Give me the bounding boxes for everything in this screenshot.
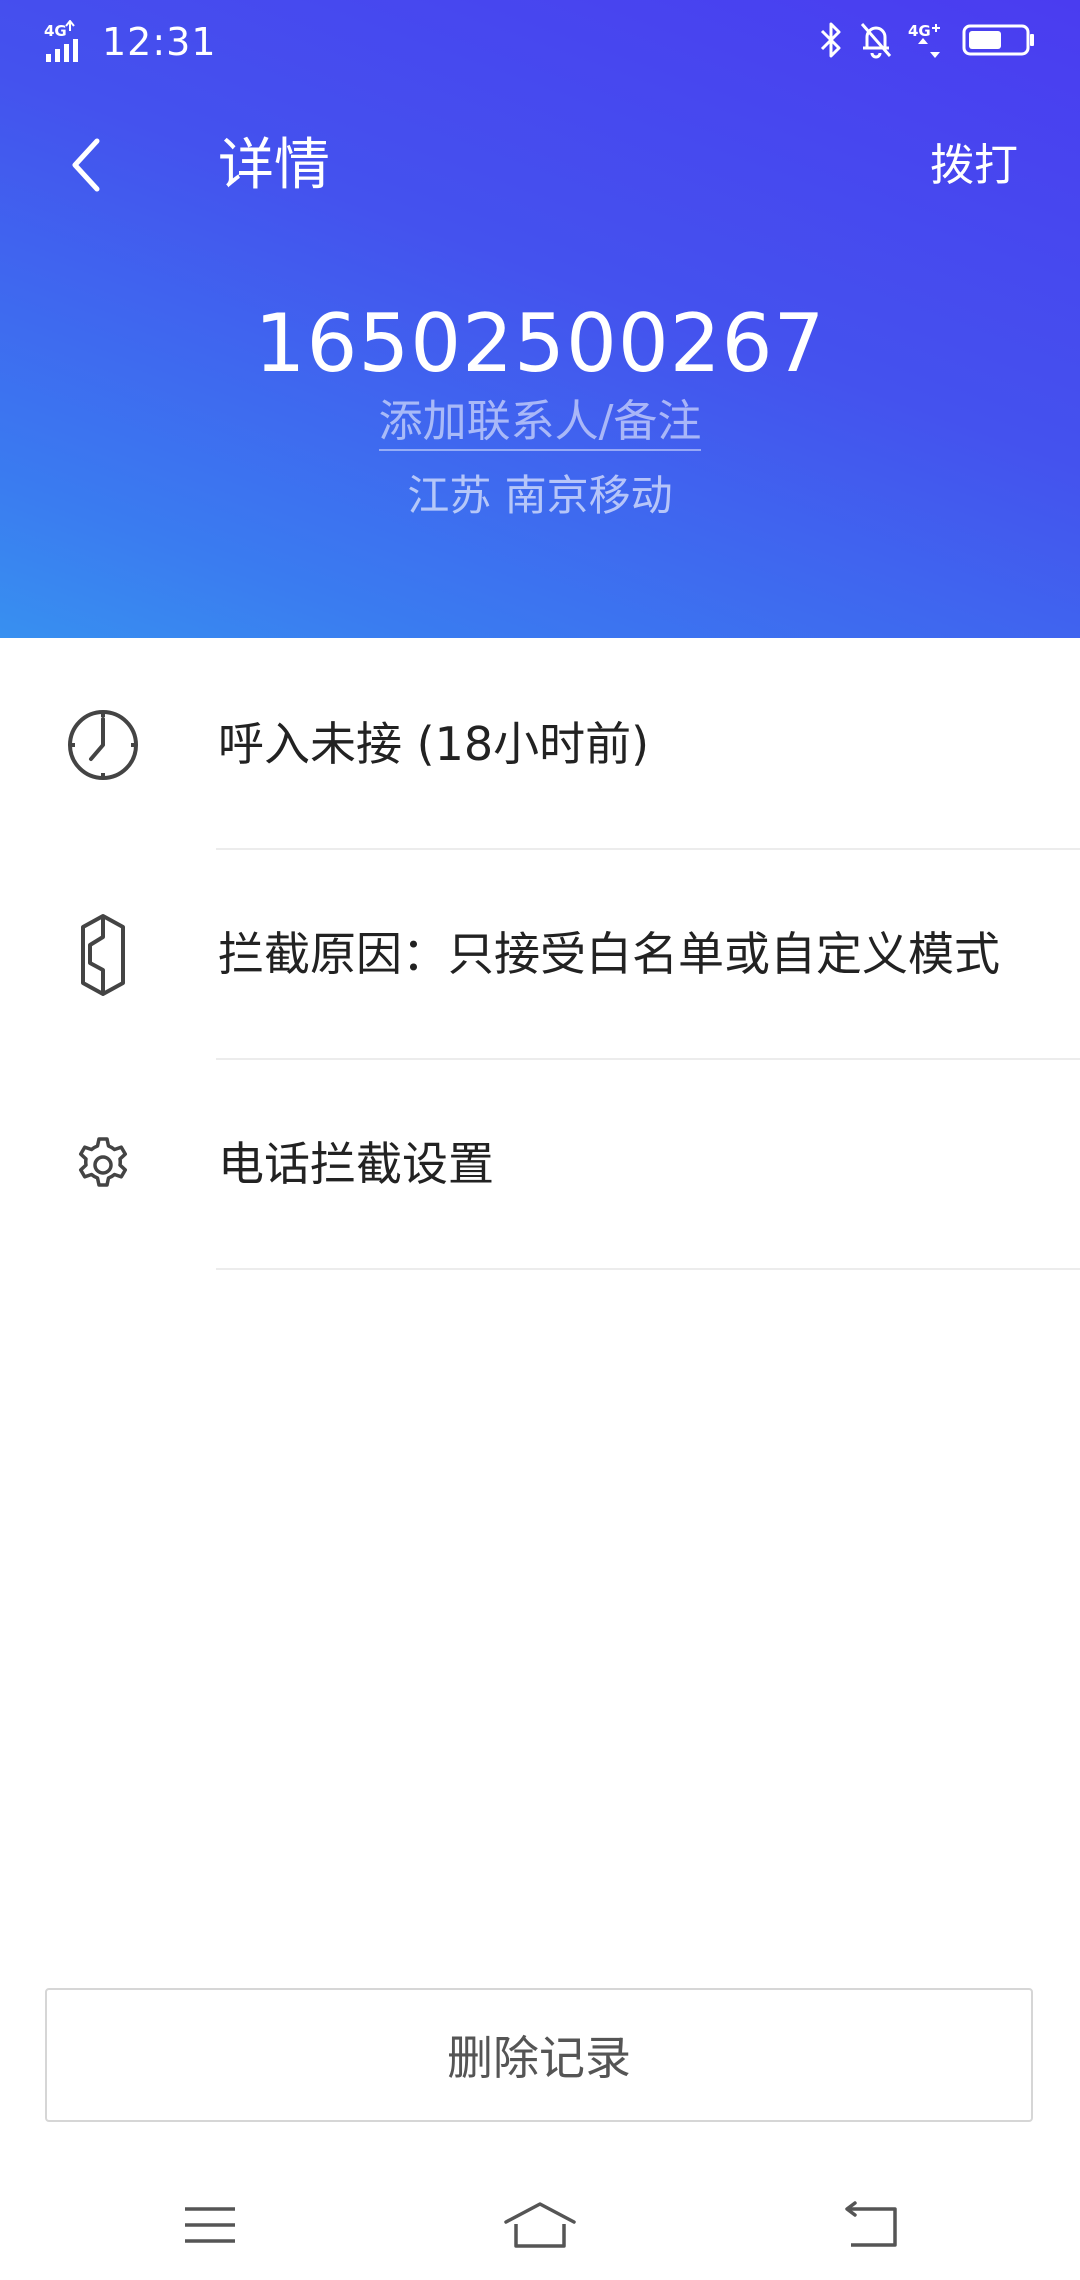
call-status-label: 呼入未接 (18小时前) bbox=[218, 717, 650, 771]
back-button[interactable] bbox=[50, 130, 120, 200]
list-item-call-status: 呼入未接 (18小时前) bbox=[0, 640, 1080, 850]
svg-text:4G: 4G bbox=[908, 22, 931, 40]
block-reason-label: 拦截原因：只接受白名单或自定义模式 bbox=[218, 927, 1000, 981]
list-item-block-reason: 拦截原因：只接受白名单或自定义模式 bbox=[0, 850, 1080, 1060]
back-nav-button[interactable] bbox=[820, 2190, 920, 2260]
menu-icon bbox=[185, 2207, 235, 2243]
list-item-block-settings[interactable]: 电话拦截设置 bbox=[0, 1060, 1080, 1270]
status-time: 12:31 bbox=[102, 20, 217, 64]
signal-icon: 4G bbox=[44, 20, 78, 62]
status-right: 4G bbox=[818, 20, 1036, 60]
gear-icon bbox=[64, 1126, 142, 1204]
delete-record-button[interactable]: 删除记录 bbox=[45, 1988, 1033, 2122]
block-shield-icon bbox=[64, 914, 142, 996]
phone-number: 16502500267 bbox=[254, 297, 826, 390]
divider bbox=[216, 1268, 1080, 1270]
number-location: 江苏 南京移动 bbox=[407, 471, 673, 520]
page-title: 详情 bbox=[218, 133, 330, 198]
menu-button[interactable] bbox=[160, 2190, 260, 2260]
bluetooth-icon bbox=[820, 22, 841, 58]
mute-bell-icon bbox=[860, 23, 892, 59]
call-detail-screen: 4G 12:31 4G 详情 拨打 16502500267 添加联系人/备注 江… bbox=[0, 0, 1080, 2280]
home-button[interactable] bbox=[490, 2190, 590, 2260]
navigation-bar bbox=[0, 2160, 1080, 2280]
battery-icon bbox=[962, 24, 1034, 56]
back-icon bbox=[845, 2201, 897, 2247]
status-bar: 4G 12:31 4G bbox=[0, 0, 1080, 84]
clock-icon bbox=[64, 706, 142, 784]
home-icon bbox=[504, 2202, 576, 2248]
chevron-left-icon bbox=[72, 138, 100, 192]
add-contact-row: 添加联系人/备注 bbox=[0, 392, 1080, 452]
header-panel: 4G 12:31 4G 详情 拨打 16502500267 添加联系人/备注 江… bbox=[0, 0, 1080, 638]
dial-button[interactable]: 拨打 bbox=[930, 133, 1018, 199]
add-contact-link[interactable]: 添加联系人/备注 bbox=[378, 396, 702, 451]
mobile-data-icon: 4G bbox=[908, 22, 940, 58]
status-left: 4G 12:31 bbox=[44, 18, 217, 66]
block-settings-label: 电话拦截设置 bbox=[218, 1137, 494, 1191]
svg-text:4G: 4G bbox=[44, 22, 67, 40]
